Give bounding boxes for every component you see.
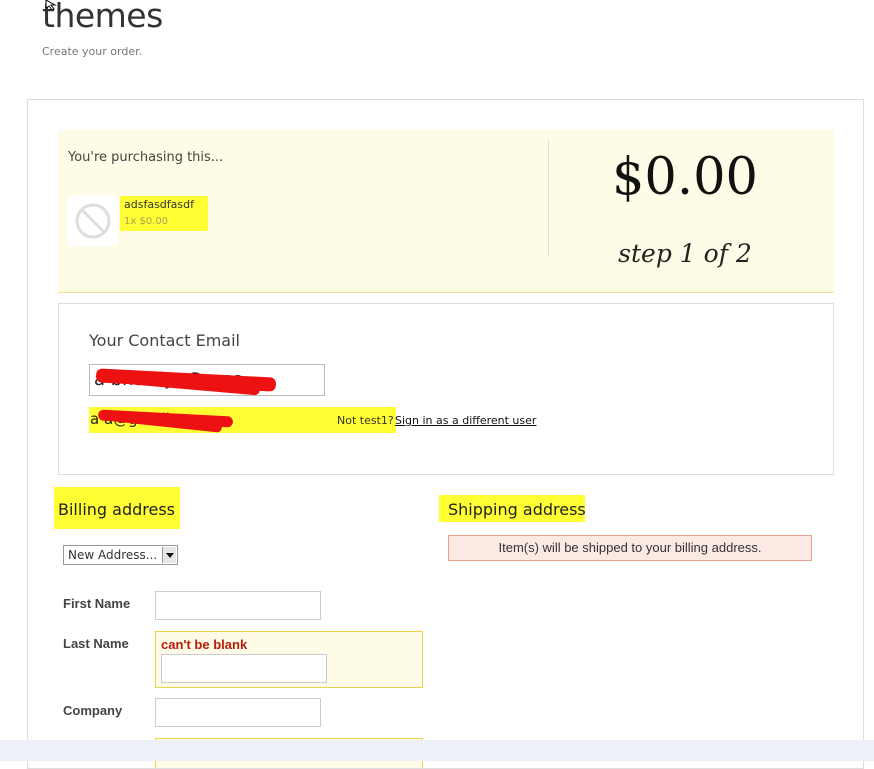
last-name-error: can't be blank [161,637,248,652]
purchasing-label: You're purchasing this... [68,150,224,165]
email-input[interactable]: a bhartiya@gma [89,364,325,396]
order-total: $0.00 [611,148,758,207]
shipping-note: Item(s) will be shipped to your billing … [448,535,812,561]
last-name-input[interactable] [161,654,327,683]
shipping-address-heading: Shipping address [448,500,586,519]
billing-address-heading: Billing address [58,500,175,519]
item-quantity-price: 1x $0.00 [124,216,169,227]
no-image-icon [75,203,111,239]
address-select-value: New Address... [68,548,158,562]
step-indicator: step 1 of 2 [618,239,752,268]
first-name-input[interactable] [155,591,321,620]
first-name-label: First Name [63,596,131,611]
bottom-strip [0,740,874,761]
site-title: themes [42,0,163,35]
contact-email-heading: Your Contact Email [89,331,240,350]
product-thumbnail [68,196,118,246]
mouse-cursor-icon [45,0,57,10]
company-label: Company [63,703,123,718]
last-name-label: Last Name [63,636,129,651]
item-name: adsfasdfasdf [124,198,194,211]
chevron-down-icon [162,547,176,563]
address-select[interactable]: New Address... [63,545,178,565]
sign-in-different-user-link[interactable]: Sign in as a different user [395,414,536,427]
summary-divider [548,140,549,255]
not-you-text: Not test1? [337,414,394,427]
site-subtitle: Create your order. [42,45,143,58]
company-input[interactable] [155,698,321,727]
